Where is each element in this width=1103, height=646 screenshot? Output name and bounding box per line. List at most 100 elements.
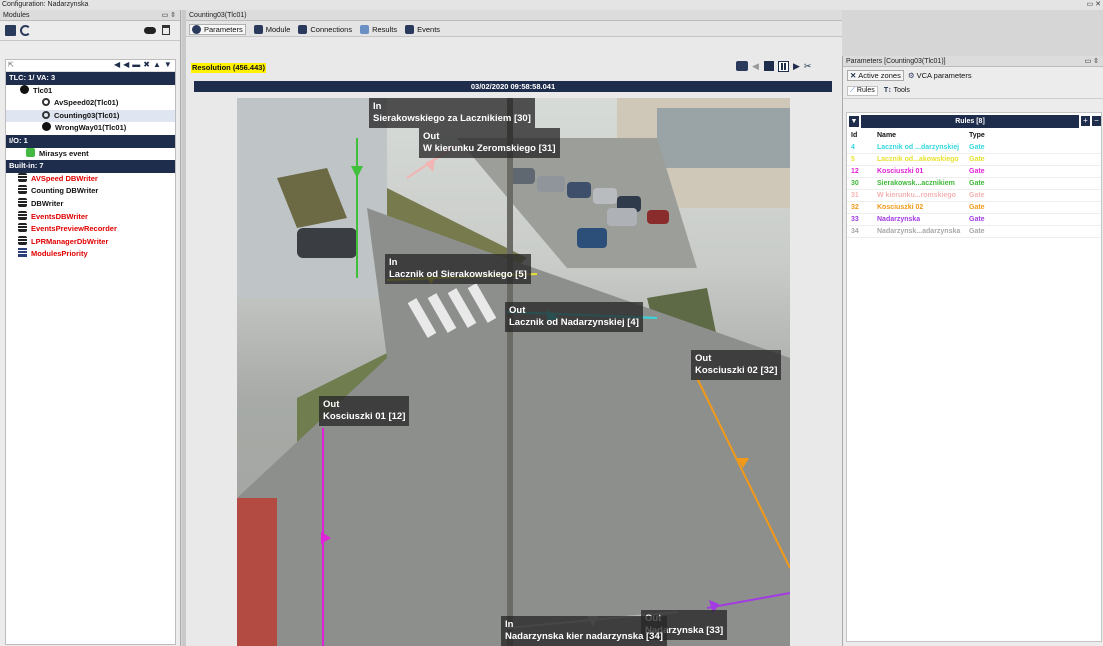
snapshot-icon[interactable] [736, 61, 748, 71]
rule-type: Gate [965, 142, 1101, 154]
tree-item[interactable]: DBWriter [6, 197, 175, 211]
subtab-tools[interactable]: T↕ Tools [884, 87, 910, 94]
tree-group-header[interactable]: I/O: 1 [6, 134, 175, 148]
database-icon [18, 197, 27, 207]
zone-name: Lacznik od Nadarzynskiej [4] [509, 317, 639, 328]
resolution-label: Resolution (456.443) [191, 63, 266, 73]
tree-item[interactable]: AvSpeed02(Tlc01) [6, 97, 175, 110]
tree-nav-icons[interactable]: ◀◀▬✖▲▼ [114, 60, 175, 69]
stop-icon[interactable] [764, 61, 774, 71]
tree-item[interactable]: EventsDBWriter [6, 210, 175, 224]
table-row[interactable]: 34 Nadarzynsk...adarzynska Gate [847, 225, 1101, 238]
tab-connections[interactable]: Connections [298, 25, 352, 34]
zone-name: Kosciuszki 02 [32] [695, 365, 778, 376]
rule-type: Gate [965, 201, 1101, 214]
panel-dock-icon[interactable]: ▭ ⇳ [1085, 56, 1099, 67]
modules-panel-title: Modules [3, 12, 30, 19]
rule-id: 34 [847, 225, 873, 238]
cut-icon[interactable]: ✂ [804, 61, 812, 72]
params-subtabs: ⟋ Rules T↕ Tools [843, 83, 1103, 99]
zone-label-4: Out Lacznik od Nadarzynskiej [4] [505, 302, 643, 332]
zone-label-5: In Lacznik od Sierakowskiego [5] [385, 254, 531, 284]
tree-group-header[interactable]: Built-in: 7 [6, 160, 175, 173]
viewer-toolbar: Resolution (456.443) ◀ ▶ ✂ [186, 61, 842, 75]
step-forward-icon[interactable]: ▶ [793, 61, 800, 72]
module-title: Counting03(Tlc01) [189, 12, 247, 19]
table-row[interactable]: 32 Kosciuszki 02 Gate [847, 201, 1101, 214]
zone-name: Sierakowskiego za Lacznikiem [30] [373, 113, 531, 124]
tree-group-header[interactable]: TLC: 1/ VA: 3 [6, 72, 175, 85]
tab-label: VCA parameters [916, 70, 972, 80]
wrongway-icon [42, 122, 51, 132]
module-header: Counting03(Tlc01) [186, 10, 842, 21]
zone-dir: In [505, 619, 514, 630]
rule-type: Gate [965, 189, 1101, 202]
table-row[interactable]: 4 Lacznik od ...darzynskiej Gate [847, 142, 1101, 154]
remove-rule-icon[interactable]: − [1092, 116, 1101, 126]
rule-id: 33 [847, 213, 873, 226]
expand-icon[interactable]: ⇱ [8, 61, 14, 69]
gears-icon: ⚙ [907, 70, 915, 80]
filter-icon[interactable]: ▼ [849, 116, 859, 127]
database-icon [18, 235, 27, 245]
tree-item[interactable]: AVSpeed DBWriter [6, 172, 175, 186]
toggle-icon[interactable] [144, 27, 156, 34]
step-back-icon[interactable]: ◀ [752, 61, 760, 71]
tree-item[interactable]: Tlc01 [6, 84, 175, 98]
rule-name: Sierakowsk...acznikiem [873, 177, 965, 190]
subtab-rules[interactable]: ⟋ Rules [847, 85, 878, 96]
playback-controls: ◀ ▶ ✂ [736, 61, 811, 72]
tree-item[interactable]: LPRManagerDbWriter [6, 235, 175, 249]
rule-id: 31 [847, 189, 873, 202]
tree-item-label: EventsDBWriter [31, 211, 88, 221]
table-row[interactable]: 31 W kierunku...romskiego Gate [847, 189, 1101, 202]
refresh-icon[interactable] [20, 25, 31, 36]
save-icon[interactable] [5, 25, 16, 36]
speed-icon [42, 98, 50, 107]
panel-dock-icon[interactable]: ▭ ⇳ [162, 10, 176, 21]
subtab-label: Tools [893, 87, 910, 94]
rule-type: Gate [965, 153, 1101, 166]
camera-icon [20, 84, 29, 94]
window-controls[interactable]: ▭ ✕ [1087, 0, 1101, 10]
tab-active-zones[interactable]: ✕ Active zones [847, 69, 904, 81]
database-icon [18, 185, 27, 195]
modules-panel: Modules ▭ ⇳ ⇱ ◀◀▬✖▲▼ TLC: 1/ VA: 3 Tlc01 A… [0, 10, 181, 646]
database-icon [18, 210, 27, 220]
red-sidewalk [237, 498, 277, 646]
tab-parameters[interactable]: Parameters [189, 24, 246, 35]
tab-events[interactable]: Events [405, 25, 440, 34]
tab-results[interactable]: Results [360, 25, 397, 34]
gear-icon [192, 25, 201, 34]
tree-item[interactable]: Counting03(Tlc01) [6, 109, 175, 123]
tree-item[interactable]: ModulesPriority [6, 248, 175, 261]
tree-item[interactable]: WrongWay01(Tlc01) [6, 122, 175, 135]
tab-module[interactable]: Module [253, 25, 290, 34]
zone-label-31: Out W kierunku Zeromskiego [31] [419, 128, 560, 158]
trash-icon[interactable] [162, 25, 170, 35]
tab-label: Results [372, 25, 398, 34]
tree-item[interactable]: Mirasys event [6, 147, 175, 161]
add-rule-icon[interactable]: + [1081, 116, 1090, 126]
tab-label: Connections [310, 25, 353, 34]
table-row[interactable]: 33 Nadarzynska Gate [847, 213, 1101, 226]
zone-dir: Out [323, 399, 340, 410]
col-id: Id [851, 131, 858, 139]
tree-item[interactable]: Counting DBWriter [6, 185, 175, 198]
rule-name: Lacznik od...akowskiego [873, 153, 965, 166]
table-row[interactable]: 5 Lacznik od...akowskiego Gate [847, 153, 1101, 166]
timestamp-bar: 03/02/2020 09:58:58.041 [194, 81, 832, 92]
rule-id: 12 [847, 165, 873, 178]
camera-view[interactable]: In Sierakowskiego za Lacznikiem [30] Out W… [237, 98, 790, 646]
zone-dir: Out [423, 131, 440, 142]
tree-item-label: Counting03(Tlc01) [54, 110, 120, 120]
tree-item-label: I/O: 1 [9, 135, 28, 145]
active-zones-icon: ✕ [850, 70, 857, 80]
pole [507, 98, 513, 646]
table-row[interactable]: 30 Sierakowsk...acznikiem Gate [847, 177, 1101, 190]
tree-rows: TLC: 1/ VA: 3 Tlc01 AvSpeed02(Tlc01) Counti… [6, 72, 175, 261]
table-row[interactable]: 12 Kosciuszki 01 Gate [847, 165, 1101, 178]
tree-item[interactable]: EventsPreviewRecorder [6, 223, 175, 236]
pause-icon[interactable] [778, 61, 789, 72]
tab-vca-parameters[interactable]: ⚙ VCA parameters [908, 71, 972, 80]
